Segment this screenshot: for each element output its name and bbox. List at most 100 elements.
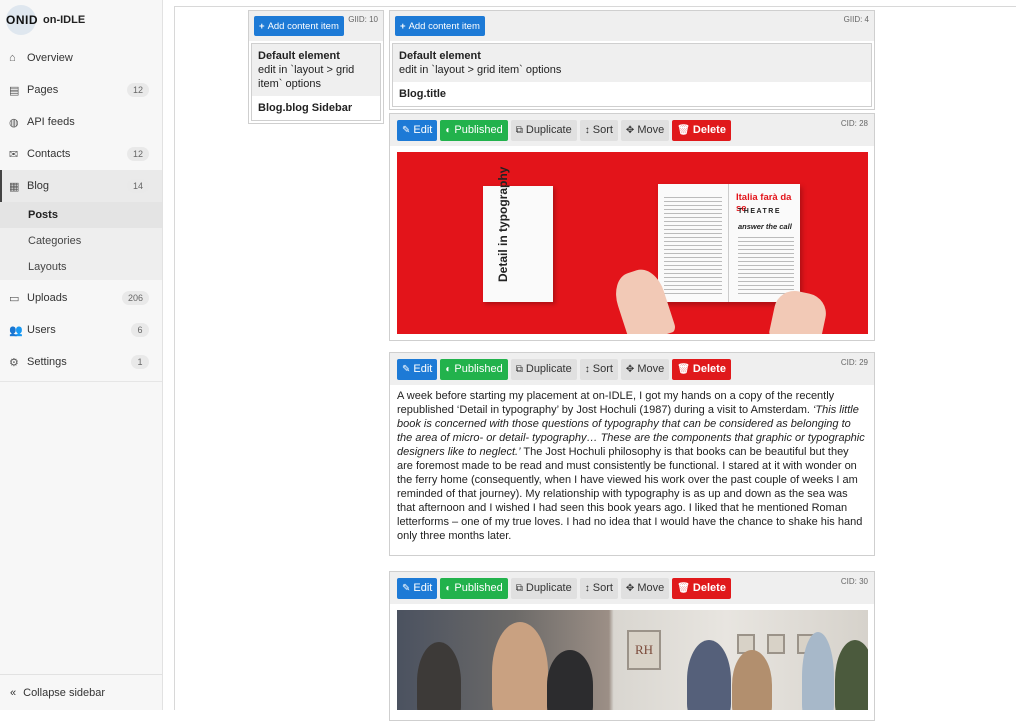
default-element-title: Default element: [258, 50, 340, 62]
sidebar-item-pages[interactable]: ▤ Pages 12: [0, 74, 162, 106]
sort-icon: ↕: [584, 582, 590, 594]
collapse-sidebar-label: Collapse sidebar: [23, 686, 106, 699]
brand-name: on-IDLE: [43, 14, 86, 26]
delete-button[interactable]: 🗑 Delete: [672, 577, 731, 599]
grid-column-main: + Add content item GIID: 4 Default eleme…: [389, 10, 875, 110]
add-content-item-button[interactable]: + Add content item: [395, 16, 485, 36]
content-item-toolbar: ✎ Edit ◐ Published ⧉ Duplicate ↕ Sort ✥ Move …: [390, 572, 874, 604]
brand-logo: ONID: [6, 5, 38, 35]
folder-icon: ▭: [9, 292, 20, 305]
toggle-icon: ◐: [445, 582, 452, 594]
edit-button[interactable]: ✎ Edit: [397, 119, 438, 141]
sidebar-item-label: Uploads: [27, 292, 68, 304]
default-element-description: edit in `layout > grid item` options: [258, 64, 355, 90]
content-item-text: ✎ Edit ◐ Published ⧉ Duplicate ↕ Sort ✥ Move …: [389, 352, 875, 556]
sort-button[interactable]: ↕ Sort: [579, 577, 618, 599]
sidebar-item-contacts[interactable]: ✉ Contacts 12: [0, 138, 162, 170]
published-toggle[interactable]: ◐ Published: [440, 577, 508, 599]
sort-button[interactable]: ↕ Sort: [579, 358, 618, 380]
pencil-icon: ✎: [402, 582, 411, 594]
book-gutter: [728, 184, 729, 302]
duplicate-label: Duplicate: [525, 363, 572, 375]
published-label: Published: [454, 363, 503, 375]
framed-sign: RH: [627, 630, 661, 670]
person: [417, 642, 461, 710]
grid-column-header: + Add content item GIID: 4: [390, 11, 874, 41]
delete-label: Delete: [692, 363, 726, 375]
blog-paragraph: A week before starting my placement at o…: [390, 385, 874, 555]
sort-icon: ↕: [584, 363, 590, 375]
duplicate-button[interactable]: ⧉ Duplicate: [510, 119, 577, 141]
sidebar-item-label: Contacts: [27, 148, 71, 160]
published-toggle[interactable]: ◐ Published: [440, 358, 508, 380]
delete-label: Delete: [692, 124, 726, 136]
duplicate-button[interactable]: ⧉ Duplicate: [510, 577, 577, 599]
framed-sign-text: RH: [634, 642, 654, 657]
double-chevron-left-icon: «: [10, 686, 17, 699]
duplicate-label: Duplicate: [525, 124, 572, 136]
toggle-icon: ◐: [445, 124, 452, 136]
grid-column-sidebar: + Add content item GIID: 10 Default elem…: [248, 10, 384, 124]
person: [732, 650, 772, 710]
sidebar-item-label: Settings: [27, 356, 67, 368]
grid-column-header: + Add content item GIID: 10: [249, 11, 383, 41]
pencil-icon: ✎: [402, 363, 411, 375]
sidebar-item-label: Pages: [27, 84, 59, 96]
grid-id-label: GIID: 4: [843, 15, 869, 24]
framed-print: [767, 634, 785, 654]
move-icon: ✥: [625, 363, 635, 375]
submenu-item-posts[interactable]: Posts: [0, 202, 162, 228]
users-icon: 👥: [9, 324, 23, 337]
sort-button[interactable]: ↕ Sort: [579, 119, 618, 141]
add-content-item-button[interactable]: + Add content item: [254, 16, 344, 36]
sort-label: Sort: [592, 363, 613, 375]
sidebar-item-label: Users: [27, 324, 56, 336]
default-element-title: Default element: [399, 50, 481, 62]
globe-icon: ◍: [9, 116, 19, 129]
edit-button[interactable]: ✎ Edit: [397, 358, 438, 380]
count-badge: 12: [126, 147, 149, 161]
brand[interactable]: ONID on-IDLE: [0, 0, 162, 40]
sidebar-item-api-feeds[interactable]: ◍ API feeds: [0, 106, 162, 138]
trash-icon: 🗑: [677, 363, 690, 375]
sidebar-item-label: Overview: [27, 52, 73, 64]
delete-button[interactable]: 🗑 Delete: [672, 119, 731, 141]
nav-list: ⌂ Overview ▤ Pages 12 ◍ API feeds ✉ Cont…: [0, 42, 162, 202]
submenu-item-categories[interactable]: Categories: [0, 228, 162, 254]
edit-label: Edit: [413, 124, 433, 136]
content-id-label: CID: 30: [840, 577, 868, 586]
copy-icon: ⧉: [515, 363, 523, 375]
sidebar-item-users[interactable]: 👥 Users 6: [0, 314, 162, 346]
move-button[interactable]: ✥ Move: [620, 577, 670, 599]
collapse-sidebar-button[interactable]: « Collapse sidebar: [0, 674, 162, 710]
submenu-item-layouts[interactable]: Layouts: [0, 254, 162, 280]
content-item-image: ✎ Edit ◐ Published ⧉ Duplicate ↕ Sort ✥ Move …: [389, 113, 875, 341]
sort-label: Sort: [592, 582, 613, 594]
sidebar-item-label: API feeds: [27, 116, 75, 128]
sidebar-item-uploads[interactable]: ▭ Uploads 206: [0, 282, 162, 314]
move-button[interactable]: ✥ Move: [620, 358, 670, 380]
sidebar-item-overview[interactable]: ⌂ Overview: [0, 42, 162, 74]
count-badge: 1: [131, 355, 149, 369]
move-button[interactable]: ✥ Move: [620, 119, 670, 141]
sidebar-item-settings[interactable]: ⚙ Settings 1: [0, 346, 162, 378]
sidebar-divider: [0, 381, 162, 382]
plus-icon: +: [259, 20, 265, 32]
delete-button[interactable]: 🗑 Delete: [672, 358, 731, 380]
person: [687, 640, 731, 710]
sidebar-item-blog[interactable]: ▦ Blog 14: [0, 170, 162, 202]
sidebar-item-label: Blog: [27, 180, 50, 192]
move-label: Move: [637, 363, 665, 375]
person: [492, 622, 548, 710]
duplicate-button[interactable]: ⧉ Duplicate: [510, 358, 577, 380]
copy-icon: ⧉: [515, 582, 523, 594]
published-toggle[interactable]: ◐ Published: [440, 119, 508, 141]
grid-item-label: Blog.blog Sidebar: [258, 102, 353, 114]
move-label: Move: [637, 124, 665, 136]
pencil-icon: ✎: [402, 124, 411, 136]
blog-submenu: Posts Categories Layouts: [0, 202, 162, 280]
default-element-info: Default element edit in `layout > grid i…: [252, 44, 380, 96]
paragraph-text-end: The Jost Hochuli philosophy is that book…: [397, 446, 863, 542]
edit-button[interactable]: ✎ Edit: [397, 577, 438, 599]
book-cover: Detail in typography: [483, 167, 553, 302]
